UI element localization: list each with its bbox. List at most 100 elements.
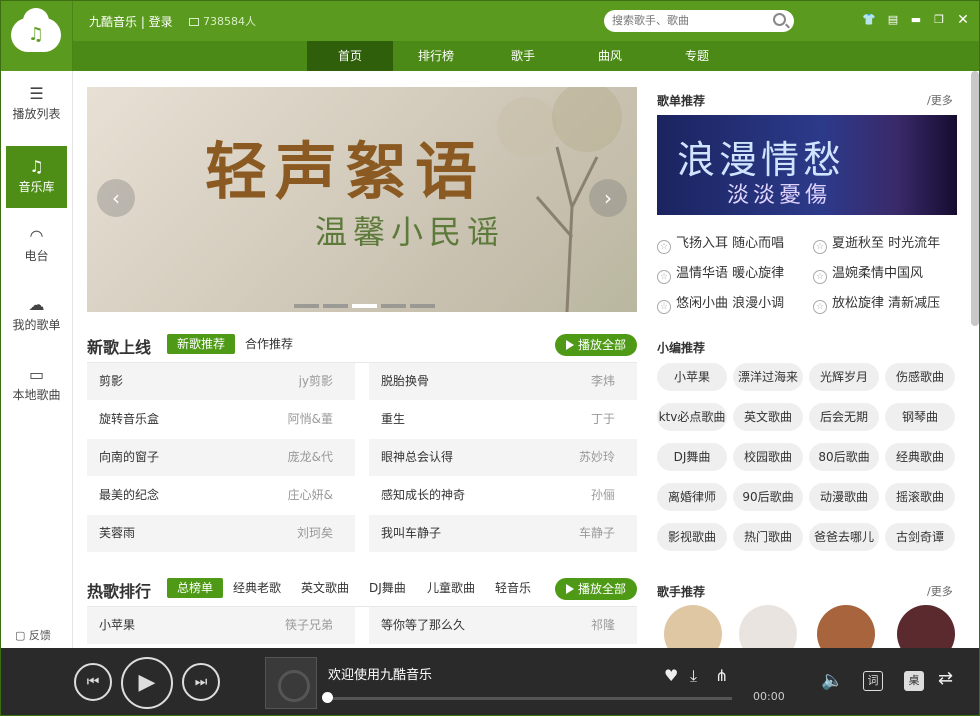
song-artist[interactable]: 孙俪 bbox=[591, 477, 615, 514]
prev-track-icon[interactable]: ⏮ bbox=[74, 663, 112, 701]
playlist-item[interactable]: ☆ 温情华语 暖心旋律 bbox=[657, 262, 784, 284]
tag-chip[interactable]: DJ舞曲 bbox=[657, 443, 727, 471]
tab-new-recommend[interactable]: 新歌推荐 bbox=[167, 334, 236, 354]
tag-chip[interactable]: 英文歌曲 bbox=[733, 403, 803, 431]
skin-icon[interactable]: 👕 bbox=[862, 13, 876, 27]
tab-topics[interactable]: 专题 bbox=[654, 41, 740, 71]
sidebar-item-library[interactable]: ♫ 音乐库 bbox=[6, 146, 67, 208]
volume-icon[interactable]: 🔈 bbox=[821, 670, 843, 691]
search-icon[interactable] bbox=[773, 13, 786, 26]
tag-chip[interactable]: 后会无期 bbox=[809, 403, 879, 431]
song-artist[interactable]: 阿悄&董 bbox=[288, 401, 333, 438]
tag-chip[interactable]: 光辉岁月 bbox=[809, 363, 879, 391]
tab-cooperation[interactable]: 合作推荐 bbox=[245, 334, 293, 354]
tag-chip[interactable]: 热门歌曲 bbox=[733, 523, 803, 551]
singer-more-link[interactable]: /更多 bbox=[927, 583, 953, 599]
song-row[interactable]: 眼神总会认得 苏妙玲 bbox=[369, 439, 637, 476]
banner-dot[interactable] bbox=[323, 304, 348, 308]
tag-chip[interactable]: 90后歌曲 bbox=[733, 483, 803, 511]
banner-dot[interactable] bbox=[410, 304, 435, 308]
sidebar-item-my-playlists[interactable]: ☁ 我的歌单 bbox=[6, 284, 67, 346]
banner-dot[interactable] bbox=[352, 304, 377, 308]
song-row[interactable]: 我叫车静子 车静子 bbox=[369, 515, 637, 552]
banner-dot[interactable] bbox=[381, 304, 406, 308]
tab-hot-english[interactable]: 英文歌曲 bbox=[301, 578, 349, 598]
download-icon[interactable]: ⤓ bbox=[690, 666, 697, 686]
song-row[interactable]: 剪影 jy剪影 bbox=[87, 363, 355, 400]
play-icon[interactable]: ▶ bbox=[121, 657, 173, 709]
tab-hot-children[interactable]: 儿童歌曲 bbox=[427, 578, 475, 598]
tag-chip[interactable]: 小苹果 bbox=[657, 363, 727, 391]
song-row[interactable]: 感知成长的神奇 孙俪 bbox=[369, 477, 637, 514]
song-artist[interactable]: 苏妙玲 bbox=[579, 439, 615, 476]
brand-login[interactable]: 九酷音乐 | 登录 bbox=[89, 13, 173, 30]
song-artist[interactable]: 庄心妍& bbox=[288, 477, 333, 514]
song-artist[interactable]: 庞龙&代 bbox=[288, 439, 333, 476]
tab-hot-total[interactable]: 总榜单 bbox=[167, 578, 224, 598]
tag-chip[interactable]: 离婚律师 bbox=[657, 483, 727, 511]
playlist-item[interactable]: ☆ 悠闲小曲 浪漫小调 bbox=[657, 292, 784, 314]
play-all-button[interactable]: 播放全部 bbox=[555, 334, 637, 356]
tab-home[interactable]: 首页 bbox=[307, 41, 393, 71]
tab-hot-dj[interactable]: DJ舞曲 bbox=[369, 578, 406, 598]
tab-charts[interactable]: 排行榜 bbox=[393, 41, 479, 71]
sidebar-item-playlist[interactable]: ☰ 播放列表 bbox=[6, 73, 67, 135]
playlist-item[interactable]: ☆ 温婉柔情中国风 bbox=[813, 262, 923, 284]
next-track-icon[interactable]: ⏭ bbox=[182, 663, 220, 701]
banner-next-icon[interactable]: › bbox=[589, 179, 627, 217]
hot-song-row[interactable]: 等你等了那么久 祁隆 bbox=[369, 607, 637, 644]
song-row[interactable]: 脱胎换骨 李炜 bbox=[369, 363, 637, 400]
sidebar-item-radio[interactable]: ◠ 电台 bbox=[6, 215, 67, 277]
song-artist[interactable]: 车静子 bbox=[579, 515, 615, 552]
banner-prev-icon[interactable]: ‹ bbox=[97, 179, 135, 217]
tab-singers[interactable]: 歌手 bbox=[480, 41, 566, 71]
progress-bar[interactable] bbox=[328, 697, 732, 700]
tag-chip[interactable]: 钢琴曲 bbox=[885, 403, 955, 431]
shuffle-icon[interactable]: ⇄ bbox=[938, 668, 953, 689]
song-artist[interactable]: jy剪影 bbox=[299, 363, 333, 400]
hot-play-all-button[interactable]: 播放全部 bbox=[555, 578, 637, 600]
minimize-icon[interactable]: ▬ bbox=[909, 13, 923, 27]
song-row[interactable]: 旋转音乐盒 阿悄&董 bbox=[87, 401, 355, 438]
feedback-link[interactable]: ▢ 反馈 bbox=[15, 627, 51, 643]
tab-genres[interactable]: 曲风 bbox=[567, 41, 653, 71]
tab-hot-light[interactable]: 轻音乐 bbox=[495, 578, 531, 598]
share-icon[interactable]: ⋔ bbox=[715, 666, 728, 685]
tag-chip[interactable]: 爸爸去哪儿 bbox=[809, 523, 879, 551]
playlist-feature-image[interactable]: 浪漫情愁 淡淡憂傷 bbox=[657, 115, 957, 215]
tab-hot-classic[interactable]: 经典老歌 bbox=[233, 578, 281, 598]
playlist-more-link[interactable]: /更多 bbox=[927, 92, 953, 108]
sidebar-item-local[interactable]: ▭ 本地歌曲 bbox=[6, 354, 67, 416]
heart-icon[interactable]: ♥ bbox=[664, 666, 678, 685]
song-artist[interactable]: 李炜 bbox=[591, 363, 615, 400]
tag-chip[interactable]: 古剑奇谭 bbox=[885, 523, 955, 551]
tag-chip[interactable]: 经典歌曲 bbox=[885, 443, 955, 471]
maximize-icon[interactable]: ❐ bbox=[932, 13, 946, 27]
playlist-item[interactable]: ☆ 夏逝秋至 时光流年 bbox=[813, 232, 940, 254]
tag-chip[interactable]: 摇滚歌曲 bbox=[885, 483, 955, 511]
close-icon[interactable]: ✕ bbox=[956, 13, 970, 27]
search-input[interactable] bbox=[612, 13, 762, 29]
settings-icon[interactable]: ▤ bbox=[886, 13, 900, 27]
tag-chip[interactable]: 伤感歌曲 bbox=[885, 363, 955, 391]
scrollbar-thumb[interactable] bbox=[971, 71, 979, 326]
lyrics-button[interactable]: 词 bbox=[863, 671, 883, 691]
tag-chip[interactable]: ktv必点歌曲 bbox=[657, 403, 727, 431]
song-row[interactable]: 向南的窗子 庞龙&代 bbox=[87, 439, 355, 476]
tag-chip[interactable]: 80后歌曲 bbox=[809, 443, 879, 471]
tag-chip[interactable]: 动漫歌曲 bbox=[809, 483, 879, 511]
song-artist[interactable]: 刘珂矣 bbox=[297, 515, 333, 552]
song-row[interactable]: 重生 丁于 bbox=[369, 401, 637, 438]
desktop-lyrics-button[interactable]: 桌 bbox=[904, 671, 924, 691]
playlist-item[interactable]: ☆ 飞扬入耳 随心而唱 bbox=[657, 232, 784, 254]
banner-carousel[interactable]: 轻声絮语 温馨小民谣 ‹ › bbox=[87, 87, 637, 312]
tag-chip[interactable]: 校园歌曲 bbox=[733, 443, 803, 471]
hot-song-row[interactable]: 小苹果 筷子兄弟 bbox=[87, 607, 355, 644]
song-row[interactable]: 最美的纪念 庄心妍& bbox=[87, 477, 355, 514]
playlist-item[interactable]: ☆ 放松旋律 清新减压 bbox=[813, 292, 940, 314]
banner-dot[interactable] bbox=[294, 304, 319, 308]
tag-chip[interactable]: 影视歌曲 bbox=[657, 523, 727, 551]
progress-handle[interactable] bbox=[322, 692, 333, 703]
song-row[interactable]: 芙蓉雨 刘珂矣 bbox=[87, 515, 355, 552]
search-box[interactable] bbox=[604, 10, 794, 32]
